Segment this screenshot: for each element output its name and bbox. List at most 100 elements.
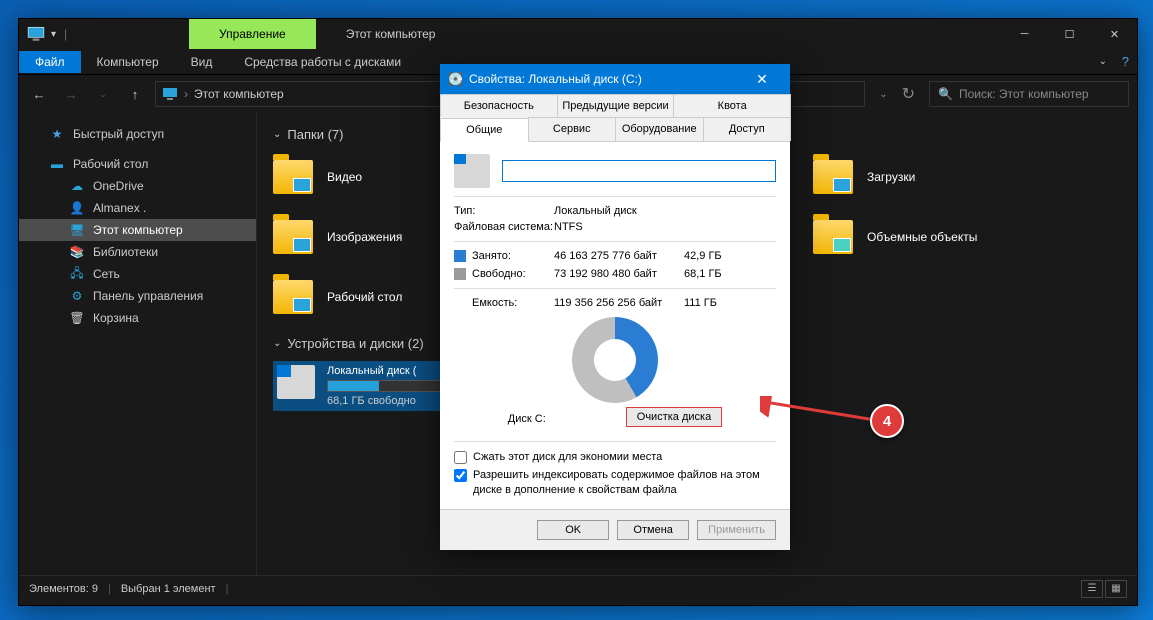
disk-name-label: Диск C:: [508, 413, 546, 425]
search-placeholder: Поиск: Этот компьютер: [959, 87, 1089, 101]
sidebar-this-pc[interactable]: 🖥Этот компьютер: [19, 219, 256, 241]
index-checkbox-input[interactable]: [454, 469, 467, 482]
libraries-icon: 📚: [69, 244, 85, 260]
drive-usage-bar: [327, 380, 457, 392]
folder-icon: [273, 220, 313, 254]
cloud-icon: ☁: [69, 178, 85, 194]
dialog-titlebar: 💽 Свойства: Локальный диск (C:) ✕: [440, 64, 790, 94]
network-icon: 🖧: [69, 266, 85, 282]
maximize-button[interactable]: ☐: [1047, 19, 1092, 49]
minimize-button[interactable]: ─: [1002, 19, 1047, 49]
label-filesystem: Файловая система:: [454, 221, 554, 233]
drive-icon: [454, 154, 490, 188]
sidebar-network[interactable]: 🖧Сеть: [19, 263, 256, 285]
value-type: Локальный диск: [554, 205, 776, 217]
index-checkbox[interactable]: Разрешить индексировать содержимое файло…: [454, 468, 776, 497]
star-icon: ★: [49, 126, 65, 142]
drive-label-input[interactable]: [502, 160, 776, 182]
drive-icon: 💽: [448, 72, 463, 86]
view-icons-button[interactable]: ▦: [1105, 580, 1127, 598]
user-icon: 👤: [69, 200, 85, 216]
tab-previous-versions[interactable]: Предыдущие версии: [557, 94, 675, 117]
label-free: Свободно:: [472, 268, 554, 280]
menu-computer[interactable]: Компьютер: [81, 51, 175, 73]
folder-icon: [273, 160, 313, 194]
nav-up-button[interactable]: ↑: [123, 82, 147, 106]
menu-file[interactable]: Файл: [19, 51, 81, 73]
label-type: Тип:: [454, 205, 554, 217]
used-color-swatch: [454, 250, 466, 262]
refresh-icon[interactable]: ↻: [902, 84, 915, 104]
titlebar: ▾ | Управление Этот компьютер ─ ☐ ✕: [19, 19, 1137, 49]
ok-button[interactable]: OK: [537, 520, 609, 540]
control-panel-icon: ⚙: [69, 288, 85, 304]
sidebar-quick-access[interactable]: ★Быстрый доступ: [19, 123, 256, 145]
sidebar-desktop[interactable]: ▬Рабочий стол: [19, 153, 256, 175]
dialog-footer: OK Отмена Применить: [440, 509, 790, 550]
properties-dialog: 💽 Свойства: Локальный диск (C:) ✕ Безопа…: [440, 64, 790, 550]
free-color-swatch: [454, 268, 466, 280]
drive-free-text: 68,1 ГБ свободно: [327, 395, 457, 407]
status-bar: Элементов: 9 | Выбран 1 элемент | ☰ ▦: [19, 575, 1137, 601]
sidebar-user[interactable]: 👤Almanex .: [19, 197, 256, 219]
sidebar-control-panel[interactable]: ⚙Панель управления: [19, 285, 256, 307]
folder-3d-objects[interactable]: Объемные объекты: [813, 212, 1033, 262]
value-filesystem: NTFS: [554, 221, 776, 233]
tab-access[interactable]: Доступ: [703, 117, 792, 141]
ribbon-expand-icon[interactable]: ⌄: [1099, 56, 1107, 67]
tab-quota[interactable]: Квота: [673, 94, 791, 117]
compress-checkbox[interactable]: Сжать этот диск для экономии места: [454, 450, 776, 464]
dialog-body: Тип: Локальный диск Файловая система: NT…: [440, 142, 790, 509]
tab-service[interactable]: Сервис: [528, 117, 617, 141]
view-details-button[interactable]: ☰: [1081, 580, 1103, 598]
tab-security[interactable]: Безопасность: [440, 94, 558, 117]
sidebar-recycle-bin[interactable]: 🗑Корзина: [19, 307, 256, 329]
search-icon: 🔍: [938, 87, 953, 101]
sidebar-libraries[interactable]: 📚Библиотеки: [19, 241, 256, 263]
value-capacity-gb: 111 ГБ: [684, 297, 744, 309]
menu-view[interactable]: Вид: [175, 51, 229, 73]
apply-button[interactable]: Применить: [697, 520, 776, 540]
nav-forward-button[interactable]: →: [59, 82, 83, 106]
value-used-gb: 42,9 ГБ: [684, 250, 744, 262]
dialog-title: Свойства: Локальный диск (C:): [469, 72, 642, 86]
dropdown-icon[interactable]: ⌄: [879, 89, 887, 100]
compress-checkbox-input[interactable]: [454, 451, 467, 464]
dialog-close-button[interactable]: ✕: [742, 71, 782, 88]
desktop-icon: ▬: [49, 156, 65, 172]
value-free-bytes: 73 192 980 480 байт: [554, 268, 684, 280]
nav-recent-icon[interactable]: ⌄: [91, 82, 115, 106]
folder-downloads[interactable]: Загрузки: [813, 152, 1033, 202]
disk-cleanup-button[interactable]: Очистка диска: [626, 407, 722, 427]
drive-icon: [277, 365, 315, 399]
dialog-tabs: Безопасность Предыдущие версии Квота Общ…: [440, 94, 790, 142]
cancel-button[interactable]: Отмена: [617, 520, 689, 540]
nav-back-button[interactable]: ←: [27, 82, 51, 106]
drive-name: Локальный диск (: [327, 365, 457, 377]
sidebar: ★Быстрый доступ ▬Рабочий стол ☁OneDrive …: [19, 113, 257, 575]
value-free-gb: 68,1 ГБ: [684, 268, 744, 280]
sidebar-onedrive[interactable]: ☁OneDrive: [19, 175, 256, 197]
close-button[interactable]: ✕: [1092, 19, 1137, 49]
value-used-bytes: 46 163 275 776 байт: [554, 250, 684, 262]
tab-general[interactable]: Общие: [440, 118, 529, 142]
recycle-icon: 🗑: [69, 310, 85, 326]
annotation-badge: 4: [870, 404, 904, 438]
value-capacity-bytes: 119 356 256 256 байт: [554, 297, 684, 309]
breadcrumb-location: Этот компьютер: [194, 87, 284, 101]
help-icon[interactable]: ?: [1122, 54, 1129, 69]
folder-icon: [813, 160, 853, 194]
folder-icon: [813, 220, 853, 254]
ribbon-tab-manage[interactable]: Управление: [189, 19, 316, 49]
this-pc-icon: [162, 86, 178, 102]
status-selection: Выбран 1 элемент: [121, 583, 216, 595]
label-capacity: Емкость:: [472, 297, 554, 309]
disk-usage-chart: [572, 317, 658, 403]
tab-hardware[interactable]: Оборудование: [615, 117, 704, 141]
search-input[interactable]: 🔍 Поиск: Этот компьютер: [929, 81, 1129, 107]
folder-icon: [273, 280, 313, 314]
this-pc-icon: [27, 25, 45, 43]
this-pc-icon: 🖥: [69, 222, 85, 238]
status-item-count: Элементов: 9: [29, 583, 98, 595]
menu-disktools[interactable]: Средства работы с дисками: [228, 51, 417, 73]
